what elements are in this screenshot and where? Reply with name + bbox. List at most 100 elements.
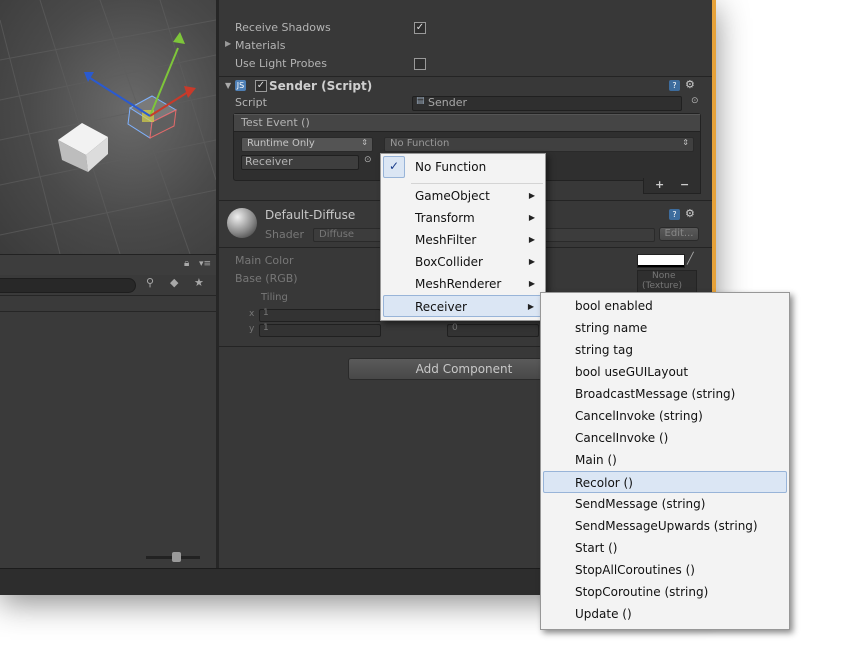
divider — [0, 295, 216, 296]
hierarchy-search-field[interactable] — [0, 278, 136, 293]
menu-item-label: SendMessageUpwards (string) — [575, 519, 758, 533]
offset-y-field[interactable]: 0 — [447, 323, 539, 337]
script-value: Sender — [428, 96, 467, 109]
submenu-arrow-icon: ▶ — [528, 235, 535, 244]
help-icon[interactable]: ? — [669, 209, 680, 220]
move-gizmo-icon[interactable] — [0, 0, 216, 254]
menu-item-transform[interactable]: Transform ▶ — [383, 207, 543, 229]
favorite-star-icon[interactable]: ★ — [194, 276, 204, 289]
gear-icon[interactable]: ⚙ — [685, 78, 695, 91]
menu-item-cancelinvoke-string[interactable]: CancelInvoke (string) — [543, 405, 787, 427]
sender-enabled-checkbox[interactable]: ✓ — [255, 80, 267, 92]
menu-item-bool-enabled[interactable]: bool enabled — [543, 295, 787, 317]
menu-item-main[interactable]: Main () — [543, 449, 787, 471]
lock-icon[interactable]: 🔒︎ — [184, 258, 189, 269]
menu-item-label: No Function — [415, 160, 487, 174]
menu-item-label: Recolor () — [575, 476, 633, 490]
menu-item-cancelinvoke[interactable]: CancelInvoke () — [543, 427, 787, 449]
materials-foldout-label[interactable]: Materials — [235, 39, 285, 52]
object-picker-icon[interactable]: ⊙ — [364, 155, 372, 165]
menu-item-broadcastmessage[interactable]: BroadcastMessage (string) — [543, 383, 787, 405]
panel-menu-icon[interactable]: ▾≡ — [199, 259, 211, 269]
edit-shader-button[interactable]: Edit... — [659, 227, 699, 241]
divider — [219, 76, 712, 77]
receive-shadows-label: Receive Shadows — [235, 21, 331, 34]
menu-item-sendmessageupwards[interactable]: SendMessageUpwards (string) — [543, 515, 787, 537]
hierarchy-filter-tools: ⚲ ◆ ★ — [140, 276, 216, 292]
tiling-y-label: y — [249, 324, 255, 334]
use-light-probes-label: Use Light Probes — [235, 57, 327, 70]
menu-item-sendmessage[interactable]: SendMessage (string) — [543, 493, 787, 515]
function-value: No Function — [390, 138, 450, 149]
use-light-probes-checkbox[interactable] — [414, 58, 426, 70]
script-field[interactable]: ▤ Sender — [412, 96, 682, 111]
menu-item-no-function[interactable]: No Function — [383, 156, 543, 178]
object-picker-icon[interactable]: ⊙ — [691, 96, 699, 106]
main-color-label: Main Color — [235, 254, 294, 267]
eyedropper-icon[interactable]: ╱ — [687, 252, 694, 265]
tiling-y-field[interactable]: 1 — [259, 323, 381, 337]
dropdown-arrows-icon: ⇕ — [682, 138, 689, 147]
js-script-icon: JS — [235, 80, 246, 91]
menu-item-meshrenderer[interactable]: MeshRenderer ▶ — [383, 273, 543, 295]
menu-item-meshfilter[interactable]: MeshFilter ▶ — [383, 229, 543, 251]
menu-item-label: BoxCollider — [415, 255, 483, 269]
tiling-x-field[interactable]: 1 — [259, 308, 381, 322]
tiling-x-label: x — [249, 309, 255, 319]
tiling-x-value: 1 — [263, 308, 269, 318]
menu-item-label: CancelInvoke (string) — [575, 409, 703, 423]
menu-item-label: StopCoroutine (string) — [575, 585, 709, 599]
help-icon[interactable]: ? — [669, 80, 680, 91]
tiling-label: Tiling — [261, 292, 288, 303]
function-menu: ✓ No Function GameObject ▶ Transform ▶ Mes… — [380, 153, 546, 321]
menu-item-boxcollider[interactable]: BoxCollider ▶ — [383, 251, 543, 273]
filter-by-type-icon[interactable]: ⚲ — [146, 276, 154, 289]
script-label: Script — [235, 96, 267, 109]
main-color-swatch[interactable] — [637, 254, 685, 268]
menu-item-stopcoroutine[interactable]: StopCoroutine (string) — [543, 581, 787, 603]
menu-item-label: Transform — [415, 211, 475, 225]
base-texture-label: Base (RGB) — [235, 272, 298, 285]
texture-slot[interactable]: None (Texture) — [637, 270, 697, 294]
target-object-value: Receiver — [245, 155, 293, 168]
target-object-field[interactable]: Receiver — [241, 155, 359, 170]
shader-value: Diffuse — [319, 229, 355, 240]
scene-view[interactable] — [0, 0, 216, 254]
submenu-arrow-icon: ▶ — [528, 213, 535, 222]
menu-item-label: BroadcastMessage (string) — [575, 387, 736, 401]
divider — [0, 311, 216, 312]
menu-item-label: CancelInvoke () — [575, 431, 669, 445]
remove-listener-button[interactable]: − — [680, 178, 689, 191]
menu-item-string-tag[interactable]: string tag — [543, 339, 787, 361]
component-title: Sender (Script) — [269, 79, 373, 93]
menu-item-gameobject[interactable]: GameObject ▶ — [383, 185, 543, 207]
menu-item-recolor[interactable]: Recolor () — [543, 471, 787, 493]
event-header-label: Test Event () — [241, 116, 310, 129]
menu-item-update[interactable]: Update () — [543, 603, 787, 625]
menu-item-bool-useguilayout[interactable]: bool useGUILayout — [543, 361, 787, 383]
menu-item-start[interactable]: Start () — [543, 537, 787, 559]
runtime-mode-dropdown[interactable]: Runtime Only ⇕ — [241, 137, 373, 152]
menu-item-label: string name — [575, 321, 648, 335]
foldout-arrow-icon[interactable]: ▶ — [225, 39, 231, 48]
function-dropdown[interactable]: No Function ⇕ — [384, 137, 694, 152]
submenu-arrow-icon: ▶ — [528, 257, 535, 266]
runtime-mode-value: Runtime Only — [247, 138, 315, 149]
filter-by-label-icon[interactable]: ◆ — [170, 276, 178, 289]
menu-item-receiver[interactable]: Receiver ▶ — [383, 295, 543, 317]
menu-item-string-name[interactable]: string name — [543, 317, 787, 339]
receive-shadows-checkbox[interactable]: ✓ — [414, 22, 426, 34]
menu-item-label: bool enabled — [575, 299, 653, 313]
menu-separator — [411, 183, 543, 184]
foldout-arrow-icon[interactable]: ▼ — [225, 81, 231, 90]
zoom-slider-handle[interactable] — [172, 552, 181, 562]
menu-item-label: MeshRenderer — [415, 277, 502, 291]
add-listener-button[interactable]: + — [655, 178, 664, 191]
offset-y-value: 0 — [452, 323, 458, 333]
material-preview-sphere — [227, 208, 257, 238]
submenu-arrow-icon: ▶ — [528, 279, 535, 288]
menu-item-label: MeshFilter — [415, 233, 477, 247]
menu-item-stopallcoroutines[interactable]: StopAllCoroutines () — [543, 559, 787, 581]
gear-icon[interactable]: ⚙ — [685, 207, 695, 220]
menu-item-label: string tag — [575, 343, 633, 357]
